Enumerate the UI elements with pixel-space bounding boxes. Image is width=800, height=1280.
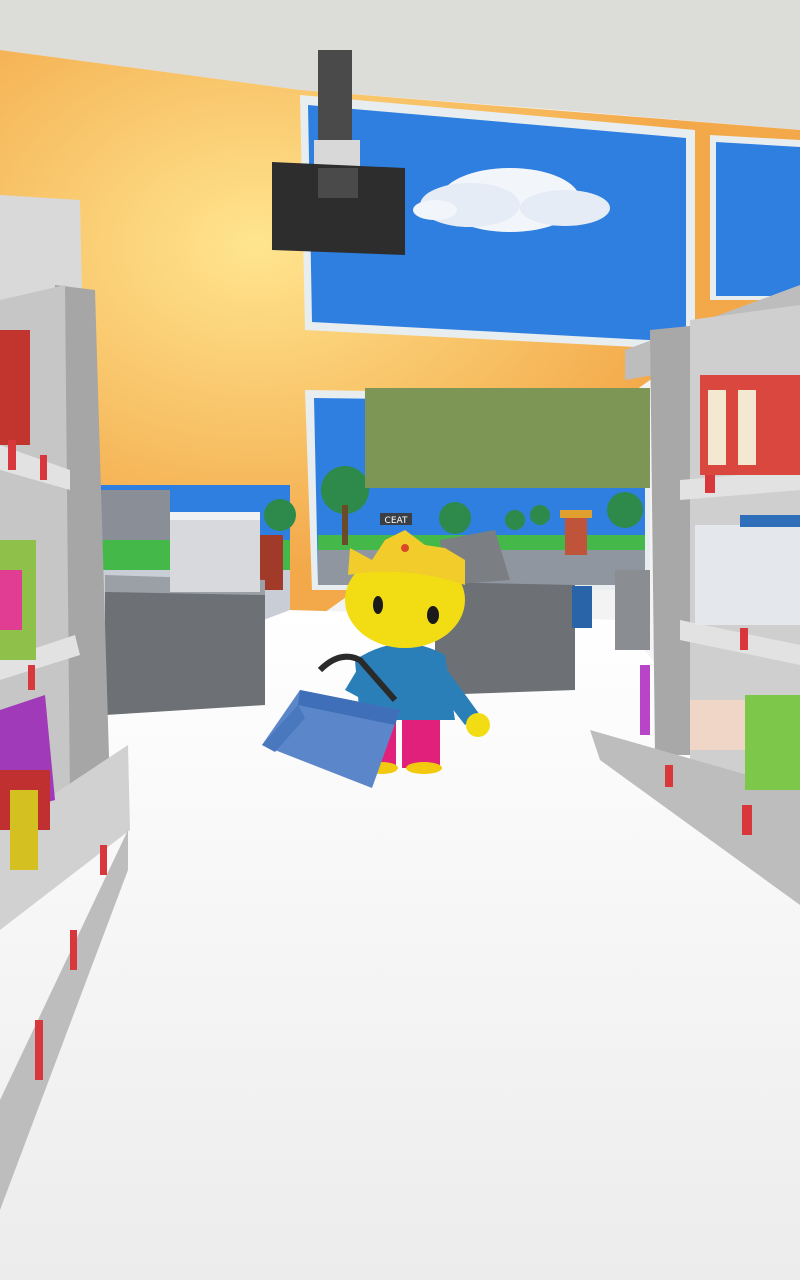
game-viewport[interactable]: CEAT bbox=[0, 0, 800, 1280]
store-sign: CEAT bbox=[385, 516, 408, 526]
promo-banner bbox=[365, 388, 650, 488]
store-scene: CEAT bbox=[0, 0, 800, 1280]
